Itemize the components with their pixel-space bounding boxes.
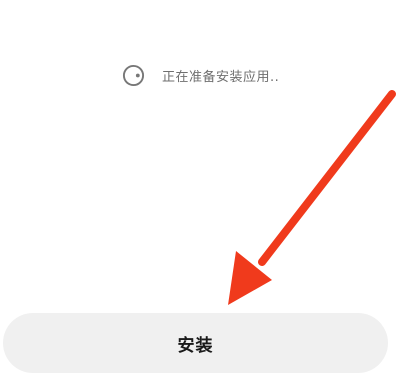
install-button[interactable]: 安装 bbox=[3, 313, 388, 373]
install-button-label: 安装 bbox=[177, 335, 214, 355]
arrow-head bbox=[228, 251, 272, 305]
status-text: 正在准备安装应用.. bbox=[162, 69, 280, 85]
arrow-shaft bbox=[258, 90, 396, 266]
loading-spinner-icon bbox=[122, 64, 145, 86]
install-screen: 正在准备安装应用.. 安装 bbox=[0, 0, 407, 383]
install-status: 正在准备安装应用.. bbox=[122, 63, 279, 87]
